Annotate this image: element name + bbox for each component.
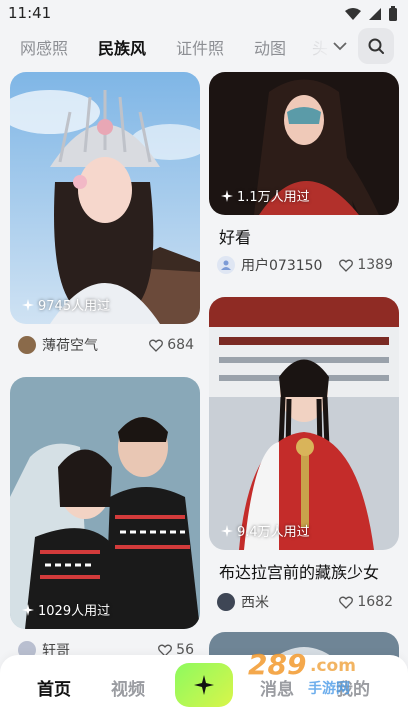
tab-dongtu[interactable]: 动图 <box>254 35 286 59</box>
usage-badge: 9745人用过 <box>22 295 110 314</box>
watermark-suffix: .com <box>310 656 356 676</box>
usage-text: 9.4万人用过 <box>237 525 310 540</box>
create-button[interactable] <box>175 663 233 707</box>
tab-fade <box>300 30 360 64</box>
status-time: 11:41 <box>8 4 52 22</box>
watermark: 289 .com 手游网 <box>248 648 388 700</box>
watermark-sub: 手游网 <box>308 681 350 697</box>
tab-wanggan[interactable]: 网感照 <box>20 35 68 59</box>
usage-text: 1029人用过 <box>38 604 111 619</box>
nav-video[interactable]: 视频 <box>111 675 145 700</box>
search-button[interactable] <box>358 28 394 64</box>
usage-badge: 1.1万人用过 <box>221 186 310 205</box>
like-count[interactable]: 1389 <box>339 257 393 273</box>
avatar[interactable] <box>217 256 235 274</box>
heart-icon <box>149 339 164 352</box>
card-image[interactable]: 9.4万人用过 <box>209 297 399 550</box>
sparkle-icon <box>221 524 233 537</box>
usage-text: 1.1万人用过 <box>237 190 310 205</box>
battery-icon <box>389 6 397 21</box>
heart-icon <box>339 259 354 272</box>
heart-icon <box>339 596 354 609</box>
signal-icon <box>369 8 381 20</box>
card-title: 布达拉宫前的藏族少女 <box>219 563 380 582</box>
like-count[interactable]: 1682 <box>339 594 393 610</box>
card-title: 好看 <box>219 228 252 247</box>
card-meta: 薄荷空气 684 <box>18 334 194 356</box>
sparkle-icon <box>221 189 233 202</box>
username[interactable]: 西米 <box>241 592 339 612</box>
sparkle-icon <box>194 675 214 695</box>
category-tabs: 网感照 民族风 证件照 动图 头 <box>0 30 408 64</box>
sparkle-icon <box>22 298 34 311</box>
avatar[interactable] <box>18 336 36 354</box>
feed-card[interactable]: 1029人用过 轩哥 56 <box>10 377 200 667</box>
card-image[interactable]: 1029人用过 <box>10 377 200 629</box>
username[interactable]: 薄荷空气 <box>42 335 149 355</box>
like-count[interactable]: 684 <box>149 337 194 353</box>
tab-minzufeng[interactable]: 民族风 <box>95 35 149 59</box>
feed-card[interactable]: 9745人用过 薄荷空气 684 <box>10 72 200 362</box>
usage-text: 9745人用过 <box>38 299 111 314</box>
usage-badge: 9.4万人用过 <box>221 521 310 540</box>
avatar[interactable] <box>217 593 235 611</box>
card-meta: 用户073150 1389 <box>217 254 393 276</box>
feed-card[interactable]: 9.4万人用过 布达拉宫前的藏族少女 西米 1682 <box>209 297 399 617</box>
user-icon <box>221 260 231 270</box>
card-image[interactable]: 1.1万人用过 <box>209 72 399 215</box>
sparkle-icon <box>22 603 34 616</box>
username[interactable]: 用户073150 <box>241 255 339 275</box>
card-image[interactable]: 9745人用过 <box>10 72 200 324</box>
nav-home[interactable]: 首页 <box>37 675 71 700</box>
wifi-icon <box>345 8 361 20</box>
usage-badge: 1029人用过 <box>22 600 110 619</box>
feed-card[interactable]: 1.1万人用过 好看 用户073150 1389 <box>209 72 399 282</box>
status-bar: 11:41 <box>0 0 408 28</box>
watermark-brand: 289 <box>248 648 307 681</box>
chevron-down-icon[interactable] <box>332 39 348 53</box>
search-icon <box>368 38 384 54</box>
card-meta: 西米 1682 <box>217 591 393 613</box>
status-icons <box>344 6 398 22</box>
tab-zhengjianzhao[interactable]: 证件照 <box>176 35 224 59</box>
